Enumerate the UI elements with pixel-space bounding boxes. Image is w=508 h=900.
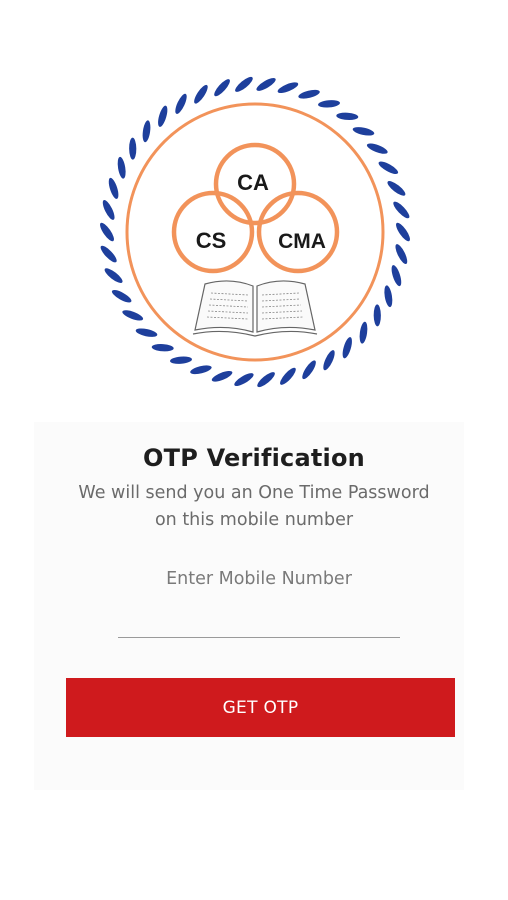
rope-twist: [359, 321, 368, 344]
subtitle-line-1: We will send you an One Time Password: [78, 483, 430, 503]
rope-twist: [211, 370, 233, 382]
rope-twist: [257, 372, 275, 388]
rope-twist: [336, 112, 359, 120]
rope-twist: [378, 161, 399, 175]
rope-twist: [117, 156, 126, 179]
rope-twist: [323, 350, 335, 371]
rope-twist: [302, 360, 316, 380]
mobile-number-input[interactable]: [118, 560, 400, 638]
rope-twist: [256, 77, 276, 91]
get-otp-button[interactable]: GET OTP: [66, 678, 455, 737]
rope-twist: [122, 310, 144, 321]
page-title: OTP Verification: [143, 444, 365, 472]
rope-twist: [298, 89, 320, 99]
rope-twist: [387, 181, 406, 196]
rope-twist: [352, 127, 375, 136]
orange-ring: [125, 102, 385, 362]
rope-twist: [280, 367, 296, 385]
rope-twist: [190, 365, 212, 375]
open-book-icon: [192, 280, 318, 337]
rope-twist: [342, 337, 352, 359]
page-subtitle: We will send you an One Time Password on…: [0, 480, 508, 534]
rope-twist: [318, 100, 340, 108]
rope-twist: [151, 344, 174, 352]
rope-twist: [366, 143, 388, 154]
rope-twist: [102, 199, 115, 220]
rope-twist: [235, 76, 253, 92]
rope-twist: [396, 222, 410, 242]
rope-twist: [194, 84, 208, 104]
cma-label: CMA: [278, 230, 326, 253]
cs-label: CS: [196, 228, 227, 253]
rope-twist: [135, 328, 158, 337]
rope-twist: [277, 82, 299, 94]
rope-twist: [214, 79, 230, 97]
rope-twist: [111, 289, 132, 303]
rope-twist: [234, 373, 254, 387]
rope-twist: [100, 245, 117, 263]
rope-twist: [104, 268, 123, 283]
rope-twist: [129, 137, 137, 160]
rope-twist: [395, 244, 408, 265]
rope-twist: [158, 105, 168, 127]
rope-twist: [391, 265, 402, 287]
rope-twist: [373, 304, 381, 327]
rope-twist: [384, 285, 393, 308]
rope-twist: [170, 356, 192, 364]
rope-twist: [142, 120, 151, 143]
rope-twist: [393, 201, 410, 219]
rope-twist: [100, 222, 114, 242]
subtitle-line-2: on this mobile number: [154, 510, 354, 530]
rope-twist: [108, 177, 119, 199]
rope-border: [100, 76, 410, 388]
institute-logo: CA CS CMA: [100, 76, 410, 388]
rope-twist: [175, 93, 187, 114]
ca-label: CA: [237, 170, 269, 195]
